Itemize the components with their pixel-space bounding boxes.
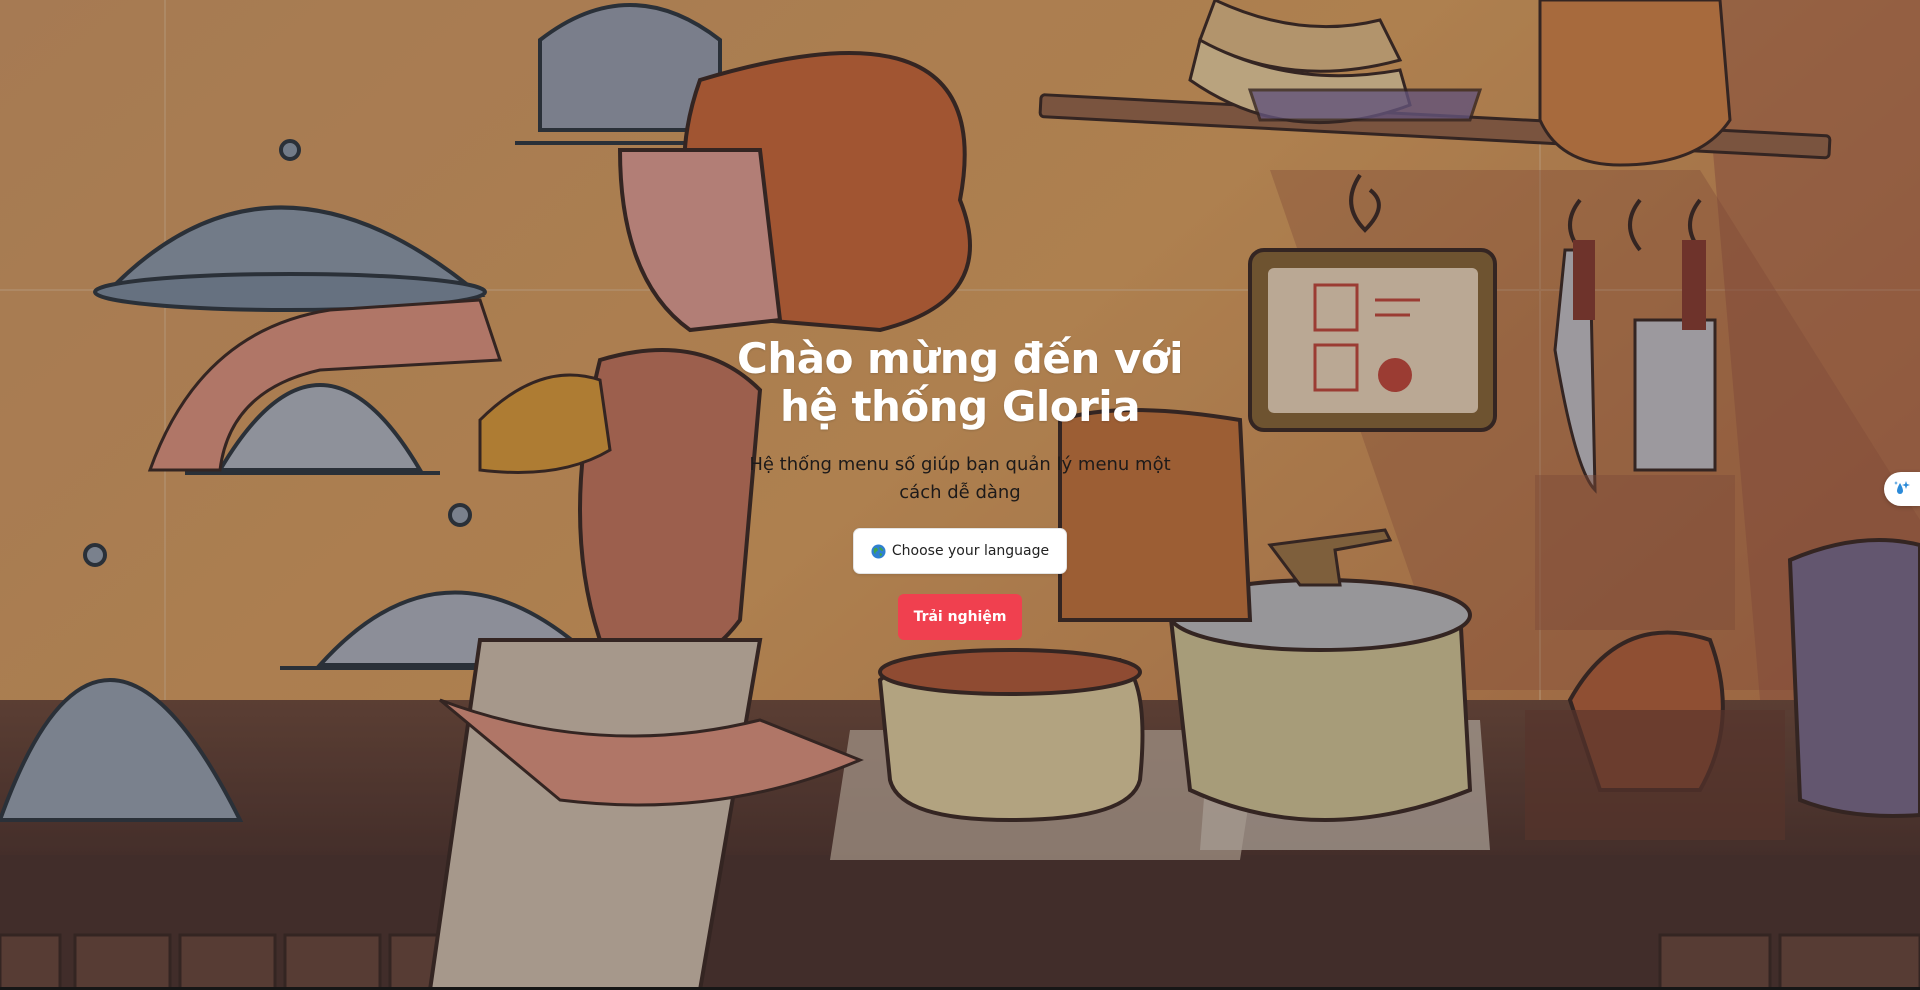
choose-language-button[interactable]: Choose your language <box>852 528 1068 574</box>
floating-side-widget[interactable] <box>1884 472 1920 506</box>
hero-section: Chào mừng đến với hệ thống Gloria Hệ thố… <box>0 335 1920 640</box>
globe-icon <box>871 543 886 559</box>
title-line-2: hệ thống Gloria <box>779 382 1141 431</box>
page-subtitle: Hệ thống menu số giúp bạn quản lý menu m… <box>749 454 1171 503</box>
title-line-1: Chào mừng đến với <box>737 334 1184 383</box>
choose-language-label: Choose your language <box>891 543 1050 559</box>
page-title: Chào mừng đến với hệ thống Gloria <box>680 335 1240 431</box>
cta-wrapper: Trải nghiệm <box>0 594 1920 640</box>
sparkle-droplet-icon <box>1894 481 1910 494</box>
try-it-button[interactable]: Trải nghiệm <box>897 594 1023 640</box>
landing-page: Chào mừng đến với hệ thống Gloria Hệ thố… <box>0 0 1920 990</box>
